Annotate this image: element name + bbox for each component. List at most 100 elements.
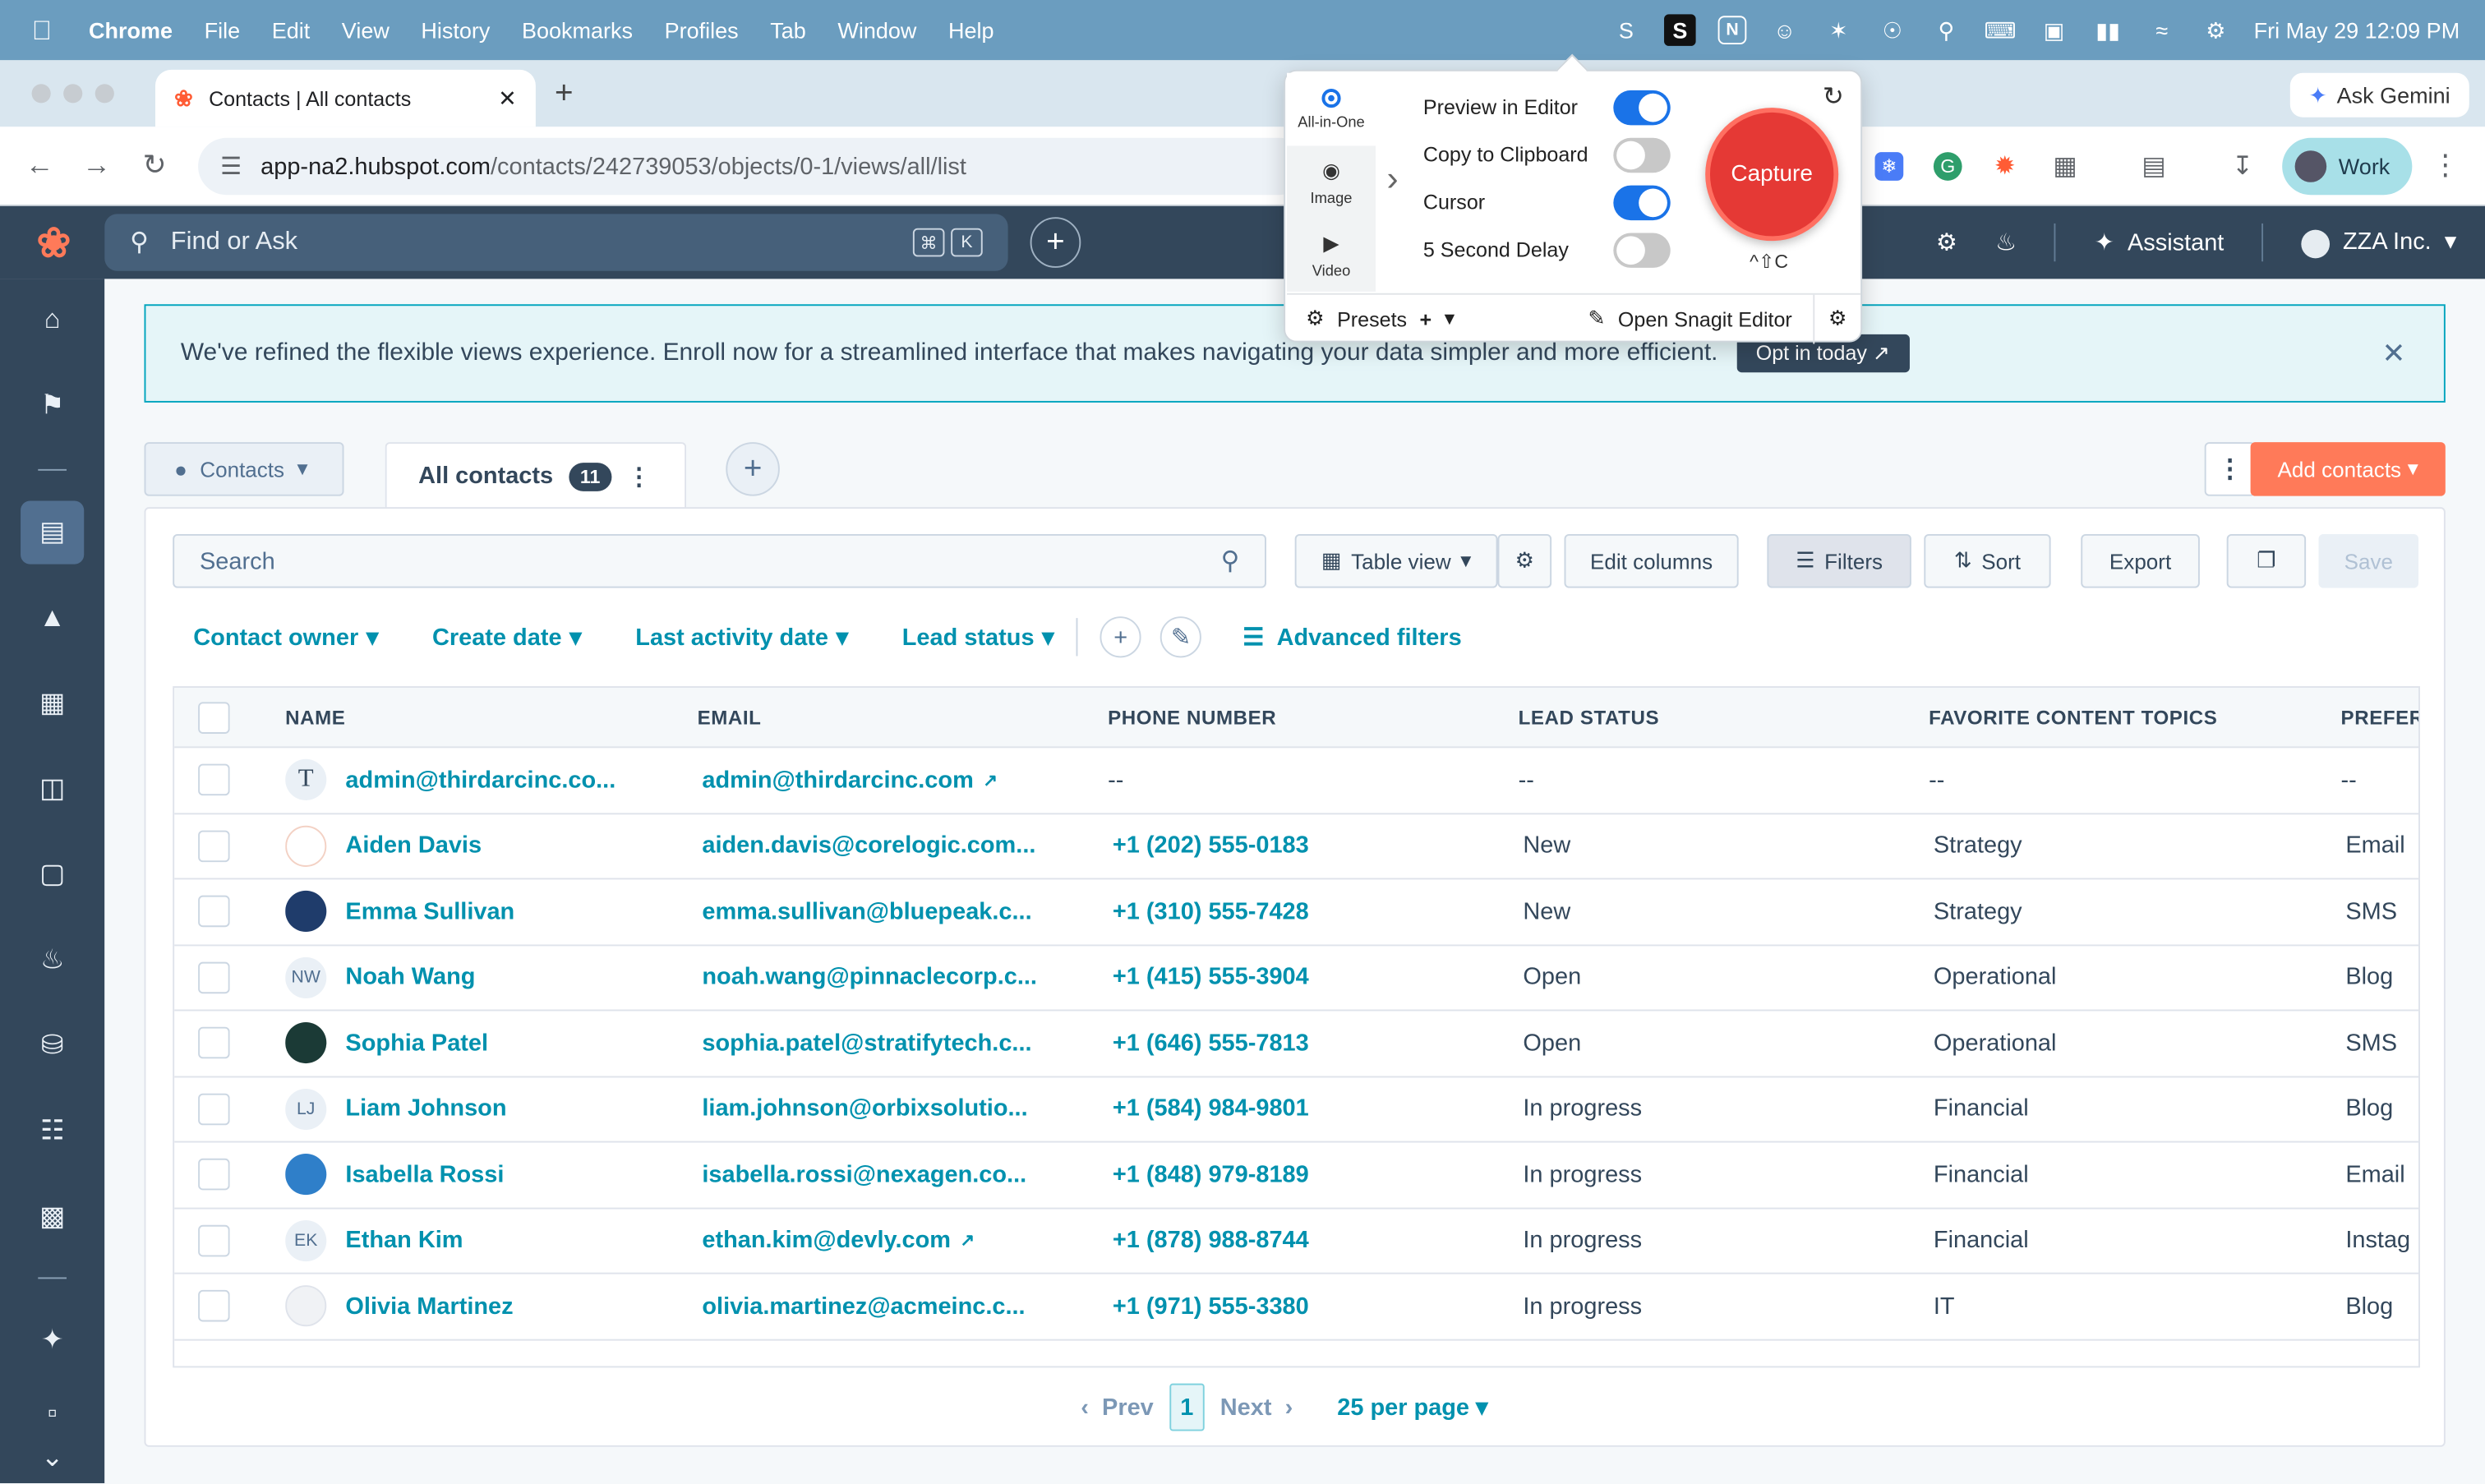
commerce-icon[interactable]: ◫ — [21, 758, 84, 821]
select-all-checkbox[interactable] — [198, 688, 230, 746]
external-link-icon[interactable]: ↗ — [961, 1230, 975, 1251]
email-link[interactable]: admin@thirdarcinc.com — [702, 767, 973, 794]
close-banner-icon[interactable]: ✕ — [2382, 338, 2406, 371]
row-checkbox[interactable] — [198, 813, 230, 878]
table-view-dropdown[interactable]: ▦ Table view ▾ — [1294, 533, 1498, 588]
presets-button[interactable]: ⚙ Presets + ▾ — [1306, 306, 1455, 331]
object-selector-dropdown[interactable]: ● Contacts ▾ — [144, 442, 344, 496]
header-lead-status[interactable]: LEAD STATUS — [1519, 688, 1660, 746]
contact-name-link[interactable]: Isabella Rossi — [345, 1161, 504, 1188]
contact-name-cell[interactable]: Sophia Patel — [285, 1011, 681, 1075]
open-snagit-editor-button[interactable]: ✎ Open Snagit Editor — [1588, 306, 1791, 331]
email-link[interactable]: emma.sullivan@bluepeak.c... — [702, 898, 1031, 925]
email-link[interactable]: olivia.martinez@acmeinc.c... — [702, 1293, 1025, 1320]
automation-icon[interactable]: ☷ — [21, 1099, 84, 1163]
spotlight-search-icon[interactable]: ⚲ — [1930, 14, 1962, 46]
contact-owner-filter[interactable]: Contact owner ▾ — [193, 623, 378, 652]
sort-button[interactable]: ⇅ Sort — [1924, 533, 2051, 588]
table-row[interactable]: Tadmin@thirdarcinc.co... admin@thirdarcin… — [174, 748, 2419, 814]
table-row[interactable]: Sophia Patel sophia.patel@stratifytech.c.… — [174, 1011, 2419, 1077]
menu-view[interactable]: View — [342, 17, 390, 43]
edit-columns-button[interactable]: Edit columns — [1564, 533, 1739, 588]
row-checkbox[interactable] — [198, 1011, 230, 1075]
bookmark-icon[interactable]: ⚑ — [21, 374, 84, 437]
contact-name-cell[interactable]: Tadmin@thirdarcinc.co... — [285, 748, 681, 812]
contact-name-cell[interactable]: LJ Liam Johnson — [285, 1076, 681, 1141]
menu-edit[interactable]: Edit — [272, 17, 311, 43]
contact-name-link[interactable]: Sophia Patel — [345, 1030, 488, 1057]
email-cell[interactable]: noah.wang@pinnaclecorp.c... — [702, 945, 1098, 1009]
reporting-chart-icon[interactable]: ▩ — [21, 1186, 84, 1249]
notifications-bell-icon[interactable]: ♨ — [1995, 228, 2017, 257]
email-cell[interactable]: ethan.kim@devly.com ↗ — [702, 1209, 1098, 1273]
next-page-button[interactable]: Next › — [1220, 1394, 1293, 1421]
mode-video[interactable]: ▶ Video — [1287, 219, 1376, 292]
row-checkbox[interactable] — [198, 1143, 230, 1207]
checkbox-box[interactable] — [198, 1159, 230, 1191]
zoom-window-button[interactable] — [95, 84, 114, 104]
add-filter-button[interactable]: + — [1100, 616, 1141, 658]
header-preferred[interactable]: PREFER — [2341, 688, 2419, 746]
view-options-icon[interactable]: ⋮ — [627, 462, 651, 491]
contact-name-cell[interactable]: Isabella Rossi — [285, 1143, 681, 1207]
contact-name-link[interactable]: Emma Sullivan — [345, 898, 514, 925]
table-row[interactable]: NW Noah Wang noah.wang@pinnaclecorp.c... +1… — [174, 945, 2419, 1012]
phone-cell[interactable]: +1 (971) 555-3380 — [1113, 1274, 1309, 1339]
chrome-menu-icon[interactable]: ⋮ — [2431, 149, 2460, 182]
service-bell-icon[interactable]: ♨ — [21, 929, 84, 992]
contact-name-link[interactable]: Ethan Kim — [345, 1227, 463, 1254]
profile-button[interactable]: Work — [2281, 137, 2413, 196]
menu-history[interactable]: History — [421, 17, 490, 43]
contact-name-cell[interactable]: Olivia Martinez — [285, 1274, 681, 1339]
row-checkbox[interactable] — [198, 1209, 230, 1273]
header-phone[interactable]: PHONE NUMBER — [1108, 688, 1276, 746]
advanced-filters-button[interactable]: ☰ Advanced filters — [1242, 623, 1461, 652]
checkbox-box[interactable] — [198, 1290, 230, 1322]
table-row[interactable]: Aiden Davis aiden.davis@corelogic.com... +… — [174, 813, 2419, 880]
contact-name-link[interactable]: Liam Johnson — [345, 1095, 506, 1122]
phone-cell[interactable]: +1 (646) 555-7813 — [1113, 1011, 1309, 1075]
last-activity-filter[interactable]: Last activity date ▾ — [635, 623, 848, 652]
email-cell[interactable]: olivia.martinez@acmeinc.c... — [702, 1274, 1098, 1339]
reset-icon[interactable]: ↻ — [1823, 81, 1844, 113]
email-cell[interactable]: aiden.davis@corelogic.com... — [702, 813, 1098, 878]
password-icon[interactable]: ☉ — [1877, 14, 1909, 46]
extension-grammar-icon[interactable]: G — [1933, 152, 1962, 181]
menu-file[interactable]: File — [205, 17, 241, 43]
capture-button[interactable]: Capture — [1705, 108, 1839, 242]
menu-help[interactable]: Help — [948, 17, 994, 43]
chevron-down-icon[interactable]: ⌄ — [21, 1436, 84, 1480]
filters-button[interactable]: ☰ Filters — [1767, 533, 1911, 588]
view-settings-button[interactable]: ⚙ — [1497, 533, 1552, 588]
settings-gear-icon[interactable]: ⚙ — [1936, 228, 1957, 257]
menubar-clock[interactable]: Fri May 29 12:09 PM — [2254, 17, 2460, 43]
phone-cell[interactable]: +1 (848) 979-8189 — [1113, 1143, 1309, 1207]
tab-all-contacts[interactable]: All contacts 11 ⋮ — [385, 442, 687, 509]
save-view-button[interactable]: Save — [2318, 533, 2419, 588]
checkbox-box[interactable] — [198, 961, 230, 993]
checkbox-box[interactable] — [198, 701, 230, 733]
prev-page-button[interactable]: ‹ Prev — [1081, 1394, 1153, 1421]
menu-window[interactable]: Window — [837, 17, 916, 43]
snagit-settings-gear-icon[interactable]: ⚙ — [1813, 293, 1860, 343]
home-icon[interactable]: ⌂ — [21, 288, 84, 352]
wifi-icon[interactable]: ≈ — [2146, 14, 2178, 46]
apple-icon[interactable]:  — [32, 16, 58, 46]
header-favorite-topics[interactable]: FAVORITE CONTENT TOPICS — [1929, 688, 2217, 746]
menu-bookmarks[interactable]: Bookmarks — [522, 17, 633, 43]
phone-cell[interactable]: +1 (415) 555-3904 — [1113, 945, 1309, 1009]
table-row[interactable]: Emma Sullivan emma.sullivan@bluepeak.c...… — [174, 879, 2419, 946]
table-row[interactable]: LJ Liam Johnson liam.johnson@orbixsolutio.… — [174, 1076, 2419, 1143]
contact-name-link[interactable]: Noah Wang — [345, 964, 475, 991]
table-row[interactable]: Olivia Martinez olivia.martinez@acmeinc.c… — [174, 1274, 2419, 1340]
marketing-megaphone-icon[interactable]: ▲ — [21, 587, 84, 650]
export-button[interactable]: Export — [2081, 533, 2200, 588]
snagit-tray-icon[interactable]: S — [1611, 14, 1643, 46]
header-name[interactable]: NAME — [285, 688, 345, 746]
keyboard-icon[interactable]: ⌨ — [1985, 14, 2017, 46]
current-page[interactable]: 1 — [1169, 1383, 1205, 1431]
contact-name-link[interactable]: Olivia Martinez — [345, 1293, 513, 1320]
menu-tab[interactable]: Tab — [770, 17, 806, 43]
contact-name-link[interactable]: admin@thirdarcinc.co... — [345, 767, 615, 794]
row-checkbox[interactable] — [198, 879, 230, 943]
